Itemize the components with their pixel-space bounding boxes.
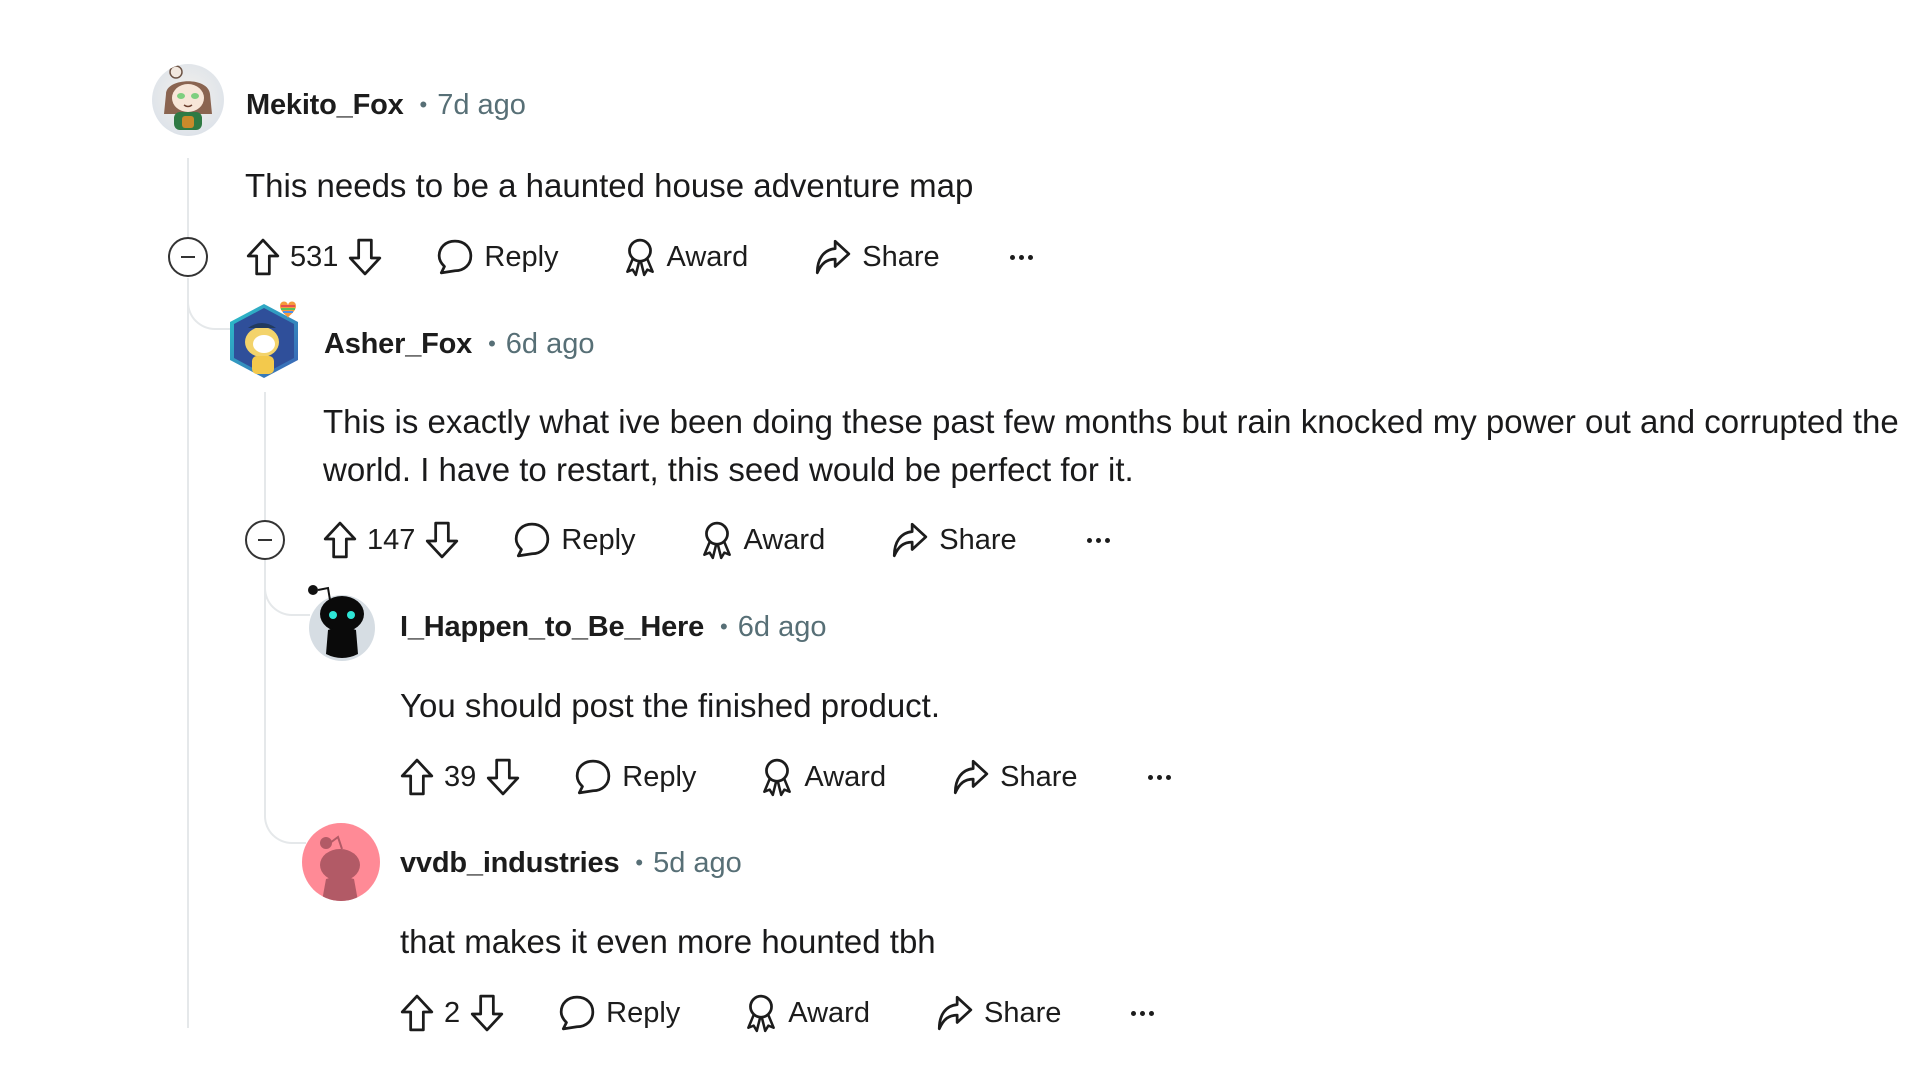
speech-bubble-icon	[574, 758, 612, 796]
comment-meta: vvdb_industries • 5d ago	[400, 842, 742, 884]
separator-dot: •	[488, 331, 496, 356]
thread-connector	[264, 780, 306, 844]
downvote-arrow-icon[interactable]	[348, 238, 382, 276]
reply-label: Reply	[484, 240, 559, 273]
username[interactable]: Mekito_Fox	[246, 89, 404, 122]
downvote-arrow-icon[interactable]	[470, 994, 504, 1032]
award-label: Award	[743, 523, 826, 556]
award-button[interactable]: Award	[623, 237, 749, 277]
award-ribbon-icon	[744, 993, 778, 1033]
comment-actions: 39 Reply Award Share	[400, 753, 1171, 801]
ellipsis-icon[interactable]	[1009, 254, 1033, 260]
timestamp[interactable]: 6d ago	[738, 611, 827, 644]
share-button[interactable]: Share	[934, 994, 1061, 1032]
separator-dot: •	[419, 92, 428, 117]
thread-line-level-1[interactable]	[187, 278, 189, 1028]
ellipsis-icon[interactable]	[1131, 1010, 1155, 1016]
username[interactable]: I_Happen_to_Be_Here	[400, 611, 704, 644]
award-button[interactable]: Award	[744, 993, 870, 1033]
award-button[interactable]: Award	[700, 520, 826, 560]
share-button[interactable]: Share	[950, 758, 1078, 796]
award-ribbon-icon	[623, 237, 657, 277]
avatar[interactable]	[152, 64, 224, 136]
share-label: Share	[1000, 760, 1078, 793]
anime-girl-avatar-icon	[164, 65, 212, 130]
share-arrow-icon	[889, 521, 929, 559]
separator-dot: •	[635, 850, 644, 875]
comment-meta: I_Happen_to_Be_Here • 6d ago	[400, 606, 826, 648]
share-label: Share	[862, 240, 940, 273]
vote-count: 2	[444, 996, 461, 1029]
award-label: Award	[788, 996, 870, 1029]
comment-actions: 147 Reply Award Share	[323, 516, 1110, 564]
comment-body: This is exactly what ive been doing thes…	[323, 403, 1899, 488]
speech-bubble-icon	[436, 238, 474, 276]
award-label: Award	[804, 760, 887, 793]
vote-count: 39	[444, 760, 477, 793]
thread-line-level-2[interactable]	[264, 392, 266, 520]
black-snoo-avatar-icon	[308, 585, 375, 661]
username[interactable]: Asher_Fox	[324, 328, 472, 361]
collapse-minus-circle-icon[interactable]	[168, 237, 208, 277]
reply-button[interactable]: Reply	[558, 994, 680, 1032]
share-button[interactable]: Share	[812, 238, 940, 276]
reply-label: Reply	[622, 760, 697, 793]
share-label: Share	[983, 996, 1062, 1029]
reply-button[interactable]: Reply	[436, 238, 559, 276]
vote-count: 531	[290, 240, 339, 273]
comment-body: that makes it even more hounted tbh	[400, 923, 936, 960]
downvote-arrow-icon[interactable]	[425, 521, 459, 559]
comment-meta: Mekito_Fox • 7d ago	[246, 84, 526, 126]
comment-body: You should post the finished product.	[400, 687, 941, 724]
thread-line-level-1[interactable]	[187, 158, 189, 238]
downvote-arrow-icon[interactable]	[486, 758, 520, 796]
share-arrow-icon	[934, 994, 974, 1032]
reply-button[interactable]: Reply	[513, 521, 636, 559]
comment-meta: Asher_Fox • 6d ago	[324, 323, 595, 365]
speech-bubble-icon	[558, 994, 596, 1032]
reply-label: Reply	[606, 996, 681, 1029]
comment-actions: 531 Reply Award Share	[246, 233, 1033, 281]
username[interactable]: vvdb_industries	[400, 847, 620, 880]
hexagon-snoo-avatar-icon	[230, 301, 298, 378]
thread-line-level-2[interactable]	[264, 560, 266, 800]
ellipsis-icon[interactable]	[1147, 774, 1171, 780]
thread-connector	[264, 560, 310, 616]
award-ribbon-icon	[700, 520, 734, 560]
collapse-minus-circle-icon[interactable]	[245, 520, 285, 560]
comment-body: This needs to be a haunted house adventu…	[245, 167, 974, 204]
avatar[interactable]	[306, 584, 378, 662]
default-pink-snoo-avatar-icon	[320, 835, 360, 901]
award-ribbon-icon	[760, 757, 794, 797]
share-arrow-icon	[812, 238, 852, 276]
thread-connector	[187, 278, 233, 330]
upvote-arrow-icon[interactable]	[400, 758, 434, 796]
speech-bubble-icon	[513, 521, 551, 559]
award-button[interactable]: Award	[760, 757, 886, 797]
timestamp[interactable]: 6d ago	[506, 328, 595, 361]
avatar[interactable]	[228, 296, 304, 382]
avatar[interactable]	[302, 823, 380, 901]
share-label: Share	[939, 523, 1017, 556]
timestamp[interactable]: 7d ago	[437, 89, 526, 122]
vote-count: 147	[367, 523, 416, 556]
upvote-arrow-icon[interactable]	[323, 521, 357, 559]
timestamp[interactable]: 5d ago	[653, 847, 742, 880]
separator-dot: •	[720, 614, 728, 639]
ellipsis-icon[interactable]	[1086, 537, 1110, 543]
reply-label: Reply	[561, 523, 636, 556]
comment-actions: 2 Reply Award Share	[400, 989, 1155, 1037]
upvote-arrow-icon[interactable]	[246, 238, 280, 276]
upvote-arrow-icon[interactable]	[400, 994, 434, 1032]
share-arrow-icon	[950, 758, 990, 796]
reply-button[interactable]: Reply	[574, 758, 696, 796]
award-label: Award	[666, 240, 749, 273]
share-button[interactable]: Share	[889, 521, 1017, 559]
